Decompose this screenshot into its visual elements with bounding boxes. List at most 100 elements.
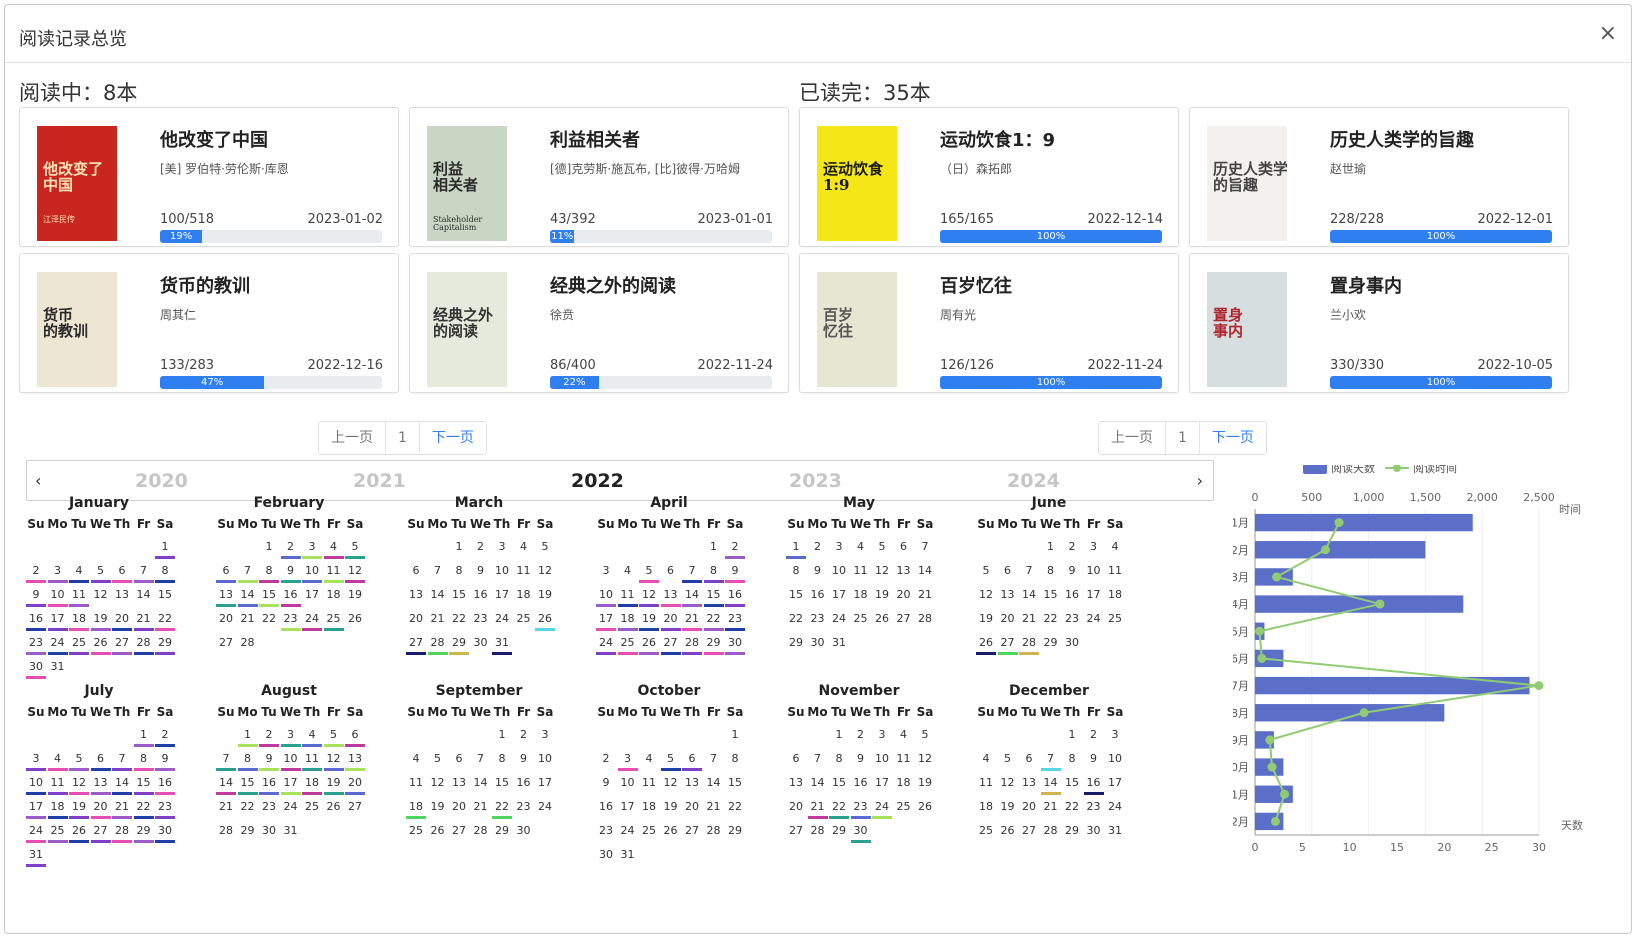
- calendar-day[interactable]: 25: [301, 800, 323, 813]
- calendar-day[interactable]: 6: [215, 564, 237, 583]
- calendar-day[interactable]: 8: [258, 564, 280, 583]
- calendar-day[interactable]: 24: [491, 612, 513, 625]
- calendar-day[interactable]: 1: [154, 540, 176, 559]
- calendar-day[interactable]: 2: [513, 728, 535, 741]
- calendar-day[interactable]: 22: [703, 612, 725, 631]
- calendar-day[interactable]: 12: [975, 588, 997, 601]
- calendar-day[interactable]: 22: [237, 800, 259, 813]
- calendar-day[interactable]: 15: [154, 588, 176, 601]
- calendar-day[interactable]: 3: [595, 564, 617, 577]
- close-icon[interactable]: ×: [1599, 21, 1617, 46]
- calendar-day[interactable]: 27: [893, 612, 915, 625]
- calendar-day[interactable]: 22: [785, 612, 807, 625]
- calendar-day[interactable]: 5: [323, 728, 345, 747]
- calendar-day[interactable]: 23: [513, 800, 535, 813]
- calendar-day[interactable]: 13: [681, 776, 703, 789]
- calendar-day[interactable]: 6: [111, 564, 133, 583]
- calendar-day[interactable]: 4: [47, 752, 69, 771]
- calendar-day[interactable]: 10: [828, 564, 850, 577]
- calendar-day[interactable]: 4: [850, 540, 872, 553]
- calendar-day[interactable]: 20: [660, 612, 682, 631]
- calendar-day[interactable]: 9: [724, 564, 746, 583]
- calendar-day[interactable]: 20: [1018, 800, 1040, 813]
- book-card[interactable]: 置身 事内 置身事内 兰小欢 330/330 2022-10-05 100%: [1189, 253, 1569, 393]
- calendar-day[interactable]: 5: [997, 752, 1019, 765]
- calendar-day[interactable]: 2: [807, 540, 829, 553]
- calendar-day[interactable]: 11: [617, 588, 639, 607]
- book-card[interactable]: 利益 相关者 Stakeholder Capitalism 利益相关者 [德]克…: [409, 107, 789, 247]
- calendar-day[interactable]: 22: [724, 800, 746, 813]
- calendar-day[interactable]: 3: [871, 728, 893, 741]
- calendar-day[interactable]: 22: [133, 800, 155, 819]
- calendar-day[interactable]: 28: [1040, 824, 1062, 837]
- calendar-day[interactable]: 21: [215, 800, 237, 813]
- calendar-day[interactable]: 11: [47, 776, 69, 795]
- calendar-day[interactable]: 27: [997, 636, 1019, 655]
- calendar-day[interactable]: 2: [850, 728, 872, 741]
- calendar-day[interactable]: 21: [1040, 800, 1062, 813]
- calendar-day[interactable]: 24: [828, 612, 850, 625]
- calendar-day[interactable]: 1: [491, 728, 513, 741]
- calendar-day[interactable]: 28: [111, 824, 133, 843]
- calendar-day[interactable]: 12: [344, 564, 366, 583]
- calendar-day[interactable]: 25: [617, 636, 639, 655]
- calendar-day[interactable]: 28: [703, 824, 725, 837]
- calendar-day[interactable]: 28: [215, 824, 237, 837]
- calendar-day[interactable]: 30: [1083, 824, 1105, 837]
- calendar-day[interactable]: 20: [997, 612, 1019, 625]
- calendar-day[interactable]: 7: [427, 564, 449, 577]
- calendar-day[interactable]: 7: [237, 564, 259, 583]
- calendar-day[interactable]: 8: [491, 752, 513, 765]
- chevron-left-icon[interactable]: ‹: [35, 471, 41, 490]
- calendar-day[interactable]: 11: [301, 752, 323, 771]
- calendar-day[interactable]: 26: [914, 800, 936, 813]
- calendar-day[interactable]: 6: [893, 540, 915, 553]
- calendar-day[interactable]: 13: [1018, 776, 1040, 789]
- calendar-day[interactable]: 2: [724, 540, 746, 559]
- calendar-day[interactable]: 3: [1104, 728, 1126, 741]
- calendar-day[interactable]: 19: [344, 588, 366, 601]
- calendar-day[interactable]: 4: [405, 752, 427, 765]
- calendar-day[interactable]: 13: [448, 776, 470, 789]
- calendar-day[interactable]: 26: [323, 800, 345, 813]
- calendar-day[interactable]: 19: [90, 612, 112, 631]
- calendar-day[interactable]: 13: [660, 588, 682, 607]
- calendar-day[interactable]: 6: [448, 752, 470, 765]
- calendar-day[interactable]: 25: [68, 636, 90, 655]
- calendar-day[interactable]: 27: [660, 636, 682, 655]
- calendar-day[interactable]: 9: [850, 752, 872, 765]
- calendar-day[interactable]: 9: [154, 752, 176, 771]
- calendar-day[interactable]: 21: [427, 612, 449, 625]
- calendar-day[interactable]: 28: [237, 636, 259, 649]
- calendar-day[interactable]: 7: [703, 752, 725, 765]
- calendar-day[interactable]: 3: [828, 540, 850, 553]
- book-card[interactable]: 经典之外 的阅读 经典之外的阅读 徐贲 86/400 2022-11-24 22…: [409, 253, 789, 393]
- calendar-day[interactable]: 27: [344, 800, 366, 813]
- calendar-day[interactable]: 5: [68, 752, 90, 771]
- calendar-day[interactable]: 10: [1083, 564, 1105, 577]
- calendar-day[interactable]: 21: [807, 800, 829, 819]
- calendar-day[interactable]: 4: [513, 540, 535, 553]
- calendar-day[interactable]: 15: [785, 588, 807, 601]
- calendar-day[interactable]: 8: [448, 564, 470, 577]
- calendar-day[interactable]: 16: [470, 588, 492, 601]
- calendar-day[interactable]: 10: [617, 776, 639, 789]
- calendar-day[interactable]: 9: [807, 564, 829, 577]
- calendar-day[interactable]: 25: [893, 800, 915, 813]
- calendar-day[interactable]: 24: [617, 824, 639, 837]
- calendar-day[interactable]: 6: [681, 752, 703, 771]
- calendar-day[interactable]: 19: [323, 776, 345, 795]
- calendar-day[interactable]: 12: [997, 776, 1019, 789]
- calendar-day[interactable]: 18: [513, 588, 535, 601]
- calendar-day[interactable]: 19: [975, 612, 997, 625]
- calendar-day[interactable]: 3: [280, 728, 302, 747]
- calendar-day[interactable]: 7: [470, 752, 492, 765]
- calendar-day[interactable]: 12: [638, 588, 660, 607]
- calendar-day[interactable]: 21: [237, 612, 259, 625]
- calendar-day[interactable]: 29: [133, 824, 155, 843]
- calendar-day[interactable]: 12: [427, 776, 449, 789]
- calendar-day[interactable]: 27: [681, 824, 703, 837]
- calendar-day[interactable]: 11: [513, 564, 535, 577]
- calendar-day[interactable]: 13: [344, 752, 366, 771]
- calendar-day[interactable]: 24: [1104, 800, 1126, 813]
